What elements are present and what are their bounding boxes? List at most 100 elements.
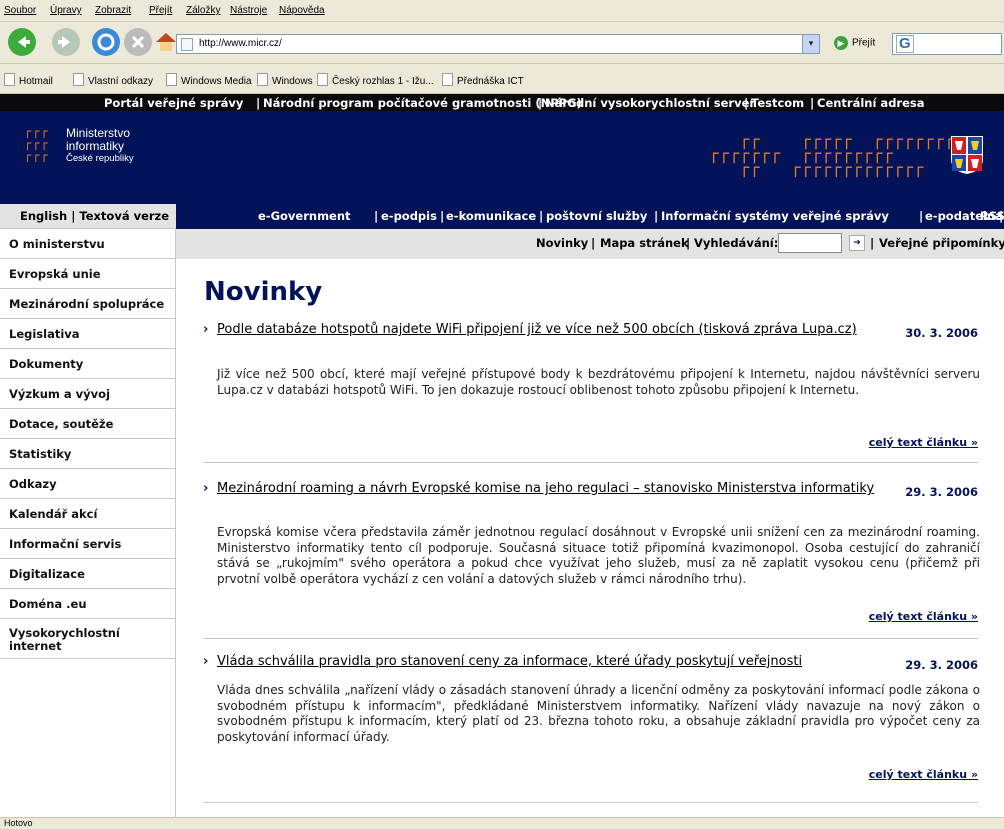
sidebar-item-documents[interactable]: Dokumenty	[0, 349, 175, 379]
search-label: Vyhledávání:	[694, 236, 779, 250]
menu-edit[interactable]: Úpravy	[50, 5, 82, 16]
nav-separator: |	[539, 209, 544, 223]
sidebar-item-digitization[interactable]: Digitalizace	[0, 559, 175, 589]
search-input[interactable]	[778, 233, 842, 253]
bookmark-radio[interactable]: Český rozhlas 1 - Ižu...	[317, 73, 434, 87]
sidebar-item-label: Vysokorychlostní internet	[9, 626, 120, 653]
bookmark-media[interactable]: Windows Media	[166, 73, 252, 87]
address-text: http://www.micr.cz/	[199, 38, 282, 49]
nav-separator: |	[654, 209, 659, 223]
sidebar-item-eu-domain[interactable]: Doména .eu	[0, 589, 175, 619]
bookmark-lecture[interactable]: Přednáška ICT	[442, 73, 524, 87]
sidebar-item-international[interactable]: Mezinárodní spolupráce	[0, 289, 175, 319]
menu-file[interactable]: Soubor	[4, 5, 36, 16]
bookmark-hotmail[interactable]: Hotmail	[4, 73, 53, 87]
bookmarks-bar: Hotmail Vlastní odkazy Windows Media Win…	[0, 64, 1004, 94]
logo-mark-icon: ┌┌┌	[24, 136, 49, 150]
portal-separator: |	[810, 96, 815, 110]
go-button[interactable]: ▶ Přejít	[834, 36, 875, 50]
sidebar-item-highspeed[interactable]: Vysokorychlostní internet	[0, 619, 175, 659]
sidebar-item-label: Kalendář akcí	[9, 507, 98, 521]
sidebar-item-eu[interactable]: Evropská unie	[0, 259, 175, 289]
portal-link-nppg[interactable]: Národní program počítačové gramotnosti (…	[263, 96, 582, 110]
portal-link-server[interactable]: Národní vysokorychlostní server	[545, 96, 755, 110]
utility-bar: Novinky | Mapa stránek | Vyhledávání: ➔ …	[176, 229, 1004, 259]
menu-view[interactable]: Zobrazit	[95, 5, 131, 16]
article-body: Evropská komise včera představila záměr …	[217, 525, 980, 586]
portal-link-address[interactable]: Centrální adresa	[817, 96, 925, 110]
sidebar-item-calendar[interactable]: Kalendář akcí	[0, 499, 175, 529]
read-more-link[interactable]: celý text článku »	[869, 610, 978, 623]
sidebar-item-label: Doména .eu	[9, 597, 87, 611]
link-sitemap[interactable]: Mapa stránek	[600, 236, 689, 250]
sidebar-item-label: O ministerstvu	[9, 237, 105, 251]
nav-postal[interactable]: poštovní služby	[546, 209, 647, 223]
sidebar-item-statistics[interactable]: Statistiky	[0, 439, 175, 469]
logo-line-2: informatiky	[66, 139, 125, 153]
language-switch[interactable]: English | Textová verze	[0, 204, 176, 229]
article-title[interactable]: Mezinárodní roaming a návrh Evropské kom…	[203, 481, 883, 497]
reload-icon	[97, 33, 115, 51]
sidebar-item-label: Informační servis	[9, 537, 122, 551]
article-headline[interactable]: › Mezinárodní roaming a návrh Evropské k…	[203, 481, 883, 497]
nav-epodpis[interactable]: e-podpis	[381, 209, 437, 223]
address-bar[interactable]: http://www.micr.cz/ ▾	[176, 34, 820, 54]
sidebar-item-grants[interactable]: Dotace, soutěže	[0, 409, 175, 439]
article-date: 29. 3. 2006	[905, 485, 978, 499]
stop-icon	[131, 35, 145, 49]
article-date: 29. 3. 2006	[905, 658, 978, 672]
google-search-box[interactable]: G	[892, 33, 1002, 55]
link-public-comments[interactable]: Veřejné připomínky	[879, 236, 1004, 250]
bookmark-custom[interactable]: Vlastní odkazy	[73, 73, 153, 87]
nav-rss[interactable]: RSS	[980, 209, 1004, 223]
sidebar: O ministerstvu Evropská unie Mezinárodní…	[0, 229, 176, 817]
menu-go[interactable]: Přejít	[149, 5, 172, 16]
sidebar-item-label: Dokumenty	[9, 357, 84, 371]
portal-separator: |	[538, 96, 543, 110]
status-text: Hotovo	[4, 818, 33, 828]
page-icon	[181, 38, 193, 51]
logo-line-3: České republiky	[66, 153, 134, 164]
menu-bookmarks[interactable]: Záložky	[186, 5, 220, 16]
article-title[interactable]: Vláda schválila pravidla pro stanovení c…	[203, 654, 883, 670]
bookmark-windows[interactable]: Windows	[257, 73, 313, 87]
nav-ekomunikace[interactable]: e-komunikace	[446, 209, 536, 223]
chevron-down-icon[interactable]: ▾	[802, 35, 819, 53]
nav-isvs[interactable]: Informační systémy veřejné správy	[661, 209, 889, 223]
portal-link-testcom[interactable]: Testcom	[751, 96, 804, 110]
sidebar-item-ministry[interactable]: O ministerstvu	[0, 229, 175, 259]
link-news[interactable]: Novinky	[536, 236, 588, 250]
portal-link-public[interactable]: Portál veřejné správy	[104, 96, 243, 110]
divider	[203, 802, 978, 803]
nav-egovernment[interactable]: e-Government	[258, 209, 351, 223]
menu-tools[interactable]: Nástroje	[230, 5, 267, 16]
article-body: Již více než 500 obcí, které mají veřejn…	[217, 367, 980, 397]
sidebar-item-label: Evropská unie	[9, 267, 101, 281]
stop-button[interactable]	[124, 28, 152, 56]
forward-button[interactable]	[52, 28, 80, 56]
sidebar-item-legislation[interactable]: Legislativa	[0, 319, 175, 349]
menu-help[interactable]: Nápověda	[279, 5, 325, 16]
article-headline[interactable]: › Podle databáze hotspotů najdete WiFi p…	[203, 322, 883, 338]
article-headline[interactable]: › Vláda schválila pravidla pro stanovení…	[203, 654, 883, 670]
news-article: › Mezinárodní roaming a návrh Evropské k…	[203, 481, 980, 623]
article-body: Vláda dnes schválila „nařízení vlády o z…	[217, 683, 980, 744]
page-title: Novinky	[204, 277, 323, 307]
sidebar-item-info-service[interactable]: Informační servis	[0, 529, 175, 559]
sidebar-item-label: Statistiky	[9, 447, 72, 461]
reload-button[interactable]	[92, 28, 120, 56]
chevron-right-icon: ›	[203, 654, 209, 669]
utility-separator: |	[870, 236, 875, 250]
article-title[interactable]: Podle databáze hotspotů najdete WiFi při…	[203, 322, 883, 338]
read-more-link[interactable]: celý text článku »	[869, 768, 978, 781]
read-more-link[interactable]: celý text článku »	[869, 436, 978, 449]
search-go-button[interactable]: ➔	[849, 235, 865, 251]
sidebar-item-research[interactable]: Výzkum a vývoj	[0, 379, 175, 409]
sidebar-item-links[interactable]: Odkazy	[0, 469, 175, 499]
back-button[interactable]	[8, 28, 36, 56]
nav-separator: |	[919, 209, 924, 223]
language-links[interactable]: English | Textová verze	[20, 209, 169, 223]
google-icon: G	[896, 35, 914, 53]
go-arrow-icon: ▶	[834, 36, 848, 50]
utility-separator: |	[591, 236, 596, 250]
